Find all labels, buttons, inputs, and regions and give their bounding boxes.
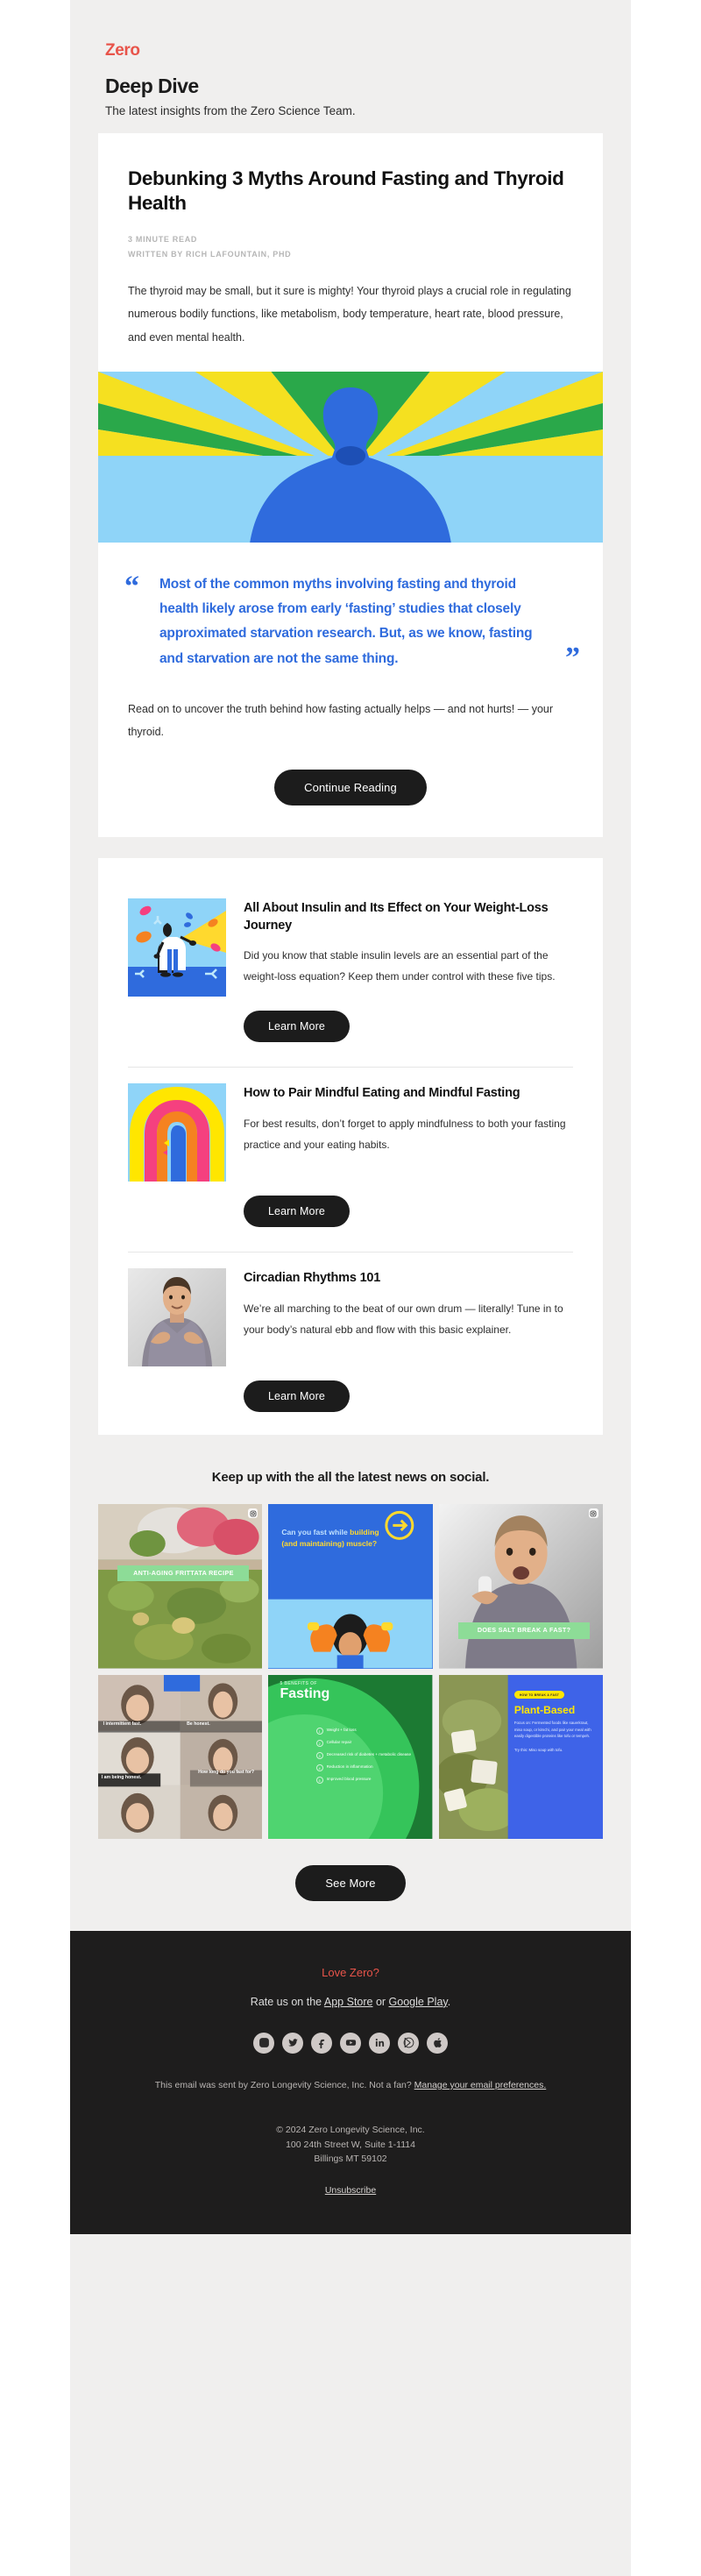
social-tile-captions: I intermittent fast. Be honest. I am bei… — [101, 1721, 255, 1780]
apple-icon[interactable] — [427, 2032, 448, 2054]
social-grid: ANTI-AGING FRITTATA RECIPE Can you fast … — [98, 1504, 603, 1839]
footer-note: This email was sent by Zero Longevity Sc… — [110, 2077, 591, 2093]
article-thumbnail-scientist — [128, 898, 226, 997]
rate-middle: or — [372, 1995, 389, 2008]
feature-article-card: Debunking 3 Myths Around Fasting and Thy… — [98, 132, 603, 838]
feature-title: Debunking 3 Myths Around Fasting and Thy… — [128, 167, 564, 215]
masthead: Zero Deep Dive The latest insights from … — [70, 0, 631, 133]
article-list-card: All About Insulin and Its Effect on Your… — [98, 858, 603, 1436]
article-cta-row: Learn More — [98, 997, 603, 1043]
man-photo — [128, 1268, 226, 1367]
google-play-link[interactable]: Google Play — [389, 1996, 448, 2008]
learn-more-button-2[interactable]: Learn More — [244, 1196, 350, 1228]
rate-suffix: . — [447, 1995, 451, 2008]
benefits-list: 1 Weight + fat loss 2 Cellular repair 3 Dec… — [315, 1727, 425, 1784]
brand-logo[interactable]: Zero — [105, 41, 596, 60]
copyright-line: © 2024 Zero Longevity Science, Inc. — [276, 2125, 425, 2136]
footer: Love Zero? Rate us on the App Store or G… — [70, 1930, 631, 2235]
article-title: How to Pair Mindful Eating and Mindful F… — [244, 1086, 520, 1101]
feature-meta: 3 MINUTE READ WRITTEN BY RICH LAFOUNTAIN… — [128, 232, 573, 262]
article-thumbnail-man-photo — [128, 1268, 226, 1367]
facebook-icon[interactable] — [311, 2032, 332, 2054]
social-tile-caption: DOES SALT BREAK A FAST? — [458, 1622, 590, 1639]
scientist-illustration — [128, 898, 226, 997]
social-tile-frittata[interactable]: ANTI-AGING FRITTATA RECIPE — [98, 1504, 263, 1669]
feature-quote-text: Most of the common myths involving fasti… — [159, 576, 533, 666]
read-time: 3 MINUTE READ — [128, 235, 198, 245]
unsubscribe-link[interactable]: Unsubscribe — [325, 2185, 376, 2196]
rate-prefix: Rate us on the — [250, 1995, 324, 2008]
instagram-icon[interactable] — [253, 2032, 274, 2054]
continue-reading-button[interactable]: Continue Reading — [274, 770, 427, 806]
feature-hero-illustration — [98, 371, 603, 543]
frittata-photo — [98, 1504, 263, 1669]
article-content: Circadian Rhythms 101 We’re all marching… — [244, 1268, 573, 1366]
quote-close-mark: ” — [565, 641, 580, 674]
linkedin-icon[interactable] — [369, 2032, 390, 2054]
social-tile-salt[interactable]: DOES SALT BREAK A FAST? — [438, 1504, 603, 1669]
see-more-button[interactable]: See More — [295, 1864, 406, 1901]
list-item[interactable]: All About Insulin and Its Effect on Your… — [98, 883, 603, 997]
article-excerpt: Did you know that stable insulin levels … — [244, 948, 556, 983]
footer-rate-line: Rate us on the App Store or Google Play. — [110, 1996, 591, 2008]
feature-outro: Read on to uncover the truth behind how … — [128, 702, 554, 739]
social-tile-plant-based[interactable]: HOW TO BREAK A FAST Plant-Based Focus on… — [438, 1674, 603, 1839]
salt-photo — [438, 1504, 603, 1669]
email-page: Zero Deep Dive The latest insights from … — [0, 0, 701, 2576]
app-store-link[interactable]: App Store — [324, 1996, 373, 2008]
hero-svg — [98, 371, 603, 543]
footer-social-icons — [110, 2032, 591, 2054]
manage-preferences-link[interactable]: Manage your email preferences. — [414, 2080, 547, 2090]
footer-address: © 2024 Zero Longevity Science, Inc. 100 … — [110, 2123, 591, 2166]
feature-cta-row: Continue Reading — [128, 770, 573, 806]
twitter-icon[interactable] — [282, 2032, 303, 2054]
learn-more-button-1[interactable]: Learn More — [244, 1011, 350, 1043]
social-heading: Keep up with the all the latest news on … — [211, 1470, 490, 1486]
social-tile-interview[interactable]: I intermittent fast. Be honest. I am bei… — [98, 1674, 263, 1839]
address-line-1: 100 24th Street W, Suite 1-1114 — [286, 2139, 415, 2150]
instagram-badge-icon — [588, 1508, 598, 1519]
google-play-icon[interactable] — [398, 2032, 419, 2054]
instagram-badge-icon — [248, 1508, 258, 1519]
article-title: Circadian Rhythms 101 — [244, 1271, 381, 1286]
plant-based-content: HOW TO BREAK A FAST Plant-Based Focus on… — [513, 1685, 603, 1753]
list-item[interactable]: How to Pair Mindful Eating and Mindful F… — [98, 1068, 603, 1182]
article-thumbnail-rainbow-head — [128, 1083, 226, 1182]
social-tile-benefits[interactable]: 5 BENEFITS OF Fasting 1 Weight + fat loss… — [268, 1674, 433, 1839]
benefits-heading: 5 BENEFITS OF Fasting — [280, 1681, 330, 1702]
newsletter-subtitle: The latest insights from the Zero Scienc… — [105, 103, 356, 117]
article-cta-row: Learn More — [98, 1182, 603, 1228]
social-tile-muscle[interactable]: Can you fast while building (and maintai… — [268, 1504, 433, 1669]
feature-outro-block: Read on to uncover the truth behind how … — [98, 698, 603, 806]
list-item[interactable]: Circadian Rhythms 101 We’re all marching… — [98, 1253, 603, 1367]
footer-love-text: Love Zero? — [322, 1965, 379, 1979]
quote-open-mark: “ — [124, 570, 139, 603]
article-content: All About Insulin and Its Effect on Your… — [244, 898, 573, 997]
social-section: Keep up with the all the latest news on … — [70, 1435, 631, 1931]
article-content: How to Pair Mindful Eating and Mindful F… — [244, 1083, 573, 1182]
social-tile-headline: Can you fast while building (and maintai… — [281, 1528, 379, 1548]
byline: WRITTEN BY RICH LAFOUNTAIN, PHD — [128, 250, 292, 259]
feature-header: Debunking 3 Myths Around Fasting and Thy… — [98, 167, 603, 349]
article-title: All About Insulin and Its Effect on Your… — [244, 901, 549, 933]
feature-quote-block: “ Most of the common myths involving fas… — [98, 543, 603, 678]
newsletter-title: Deep Dive — [105, 74, 199, 97]
article-excerpt: We’re all marching to the beat of our ow… — [244, 1302, 563, 1337]
email-body: Zero Deep Dive The latest insights from … — [70, 0, 631, 2576]
footer-unsubscribe-row: Unsubscribe — [110, 2185, 591, 2196]
social-tile-caption: ANTI-AGING FRITTATA RECIPE — [117, 1565, 250, 1582]
see-more-row: See More — [98, 1864, 603, 1901]
feature-intro: The thyroid may be small, but it sure is… — [128, 285, 571, 344]
article-excerpt: For best results, don’t forget to apply … — [244, 1117, 566, 1152]
youtube-icon[interactable] — [340, 2032, 361, 2054]
learn-more-button-3[interactable]: Learn More — [244, 1380, 350, 1413]
footer-note-prefix: This email was sent by Zero Longevity Sc… — [154, 2079, 414, 2090]
address-line-2: Billings MT 59102 — [314, 2153, 387, 2164]
article-cta-row: Learn More — [98, 1366, 603, 1413]
rainbow-head-illustration — [128, 1083, 226, 1182]
